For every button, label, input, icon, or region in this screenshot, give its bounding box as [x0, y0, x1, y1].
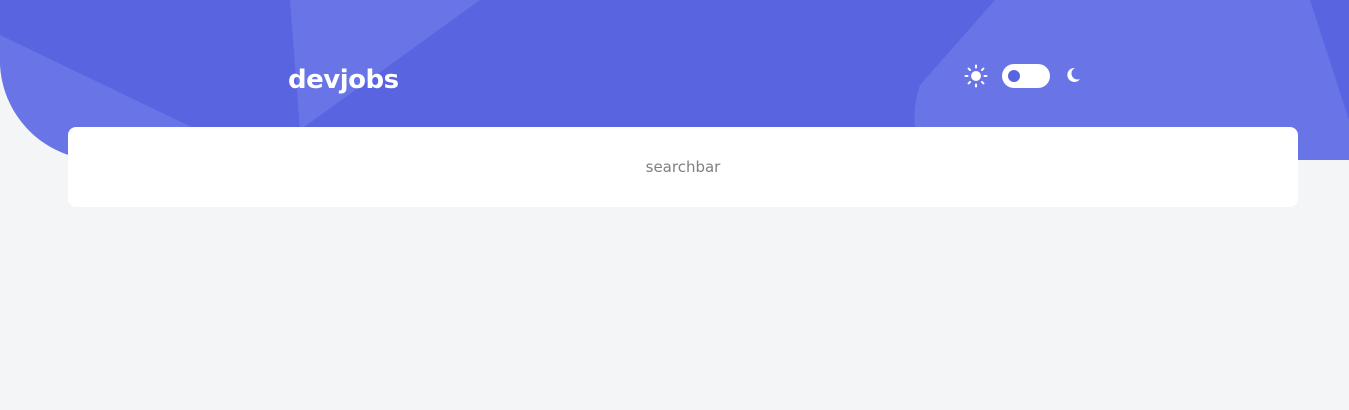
- searchbar-placeholder: searchbar: [645, 158, 721, 176]
- moon-icon: [1067, 67, 1080, 82]
- searchbar[interactable]: searchbar: [68, 127, 1298, 207]
- theme-switcher: [964, 62, 1084, 90]
- sun-icon: [964, 64, 988, 88]
- theme-toggle[interactable]: [1002, 64, 1050, 88]
- logo[interactable]: devjobs: [288, 62, 399, 98]
- toggle-knob: [1008, 70, 1020, 82]
